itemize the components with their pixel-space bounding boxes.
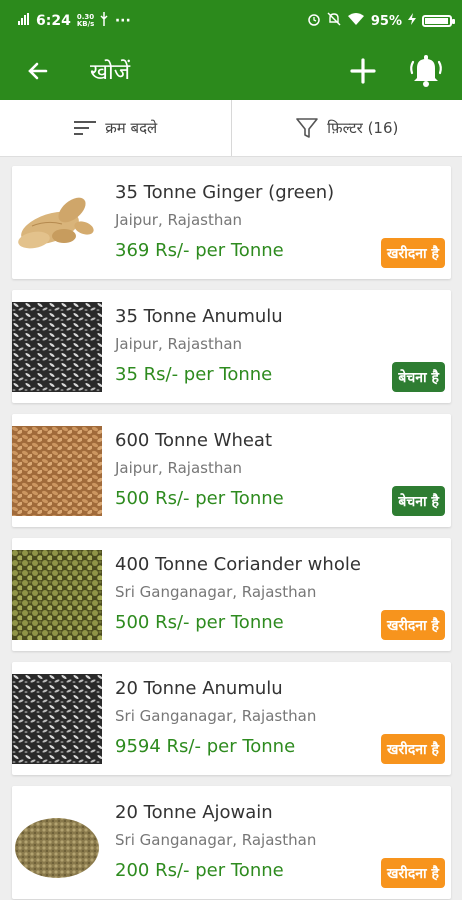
arrow-left-icon (28, 62, 48, 80)
listing-title: 35 Tonne Anumulu (115, 306, 283, 327)
filter-label: फ़िल्टर (16) (327, 119, 399, 137)
status-bar: 6:24 0.30 KB/s ··· 95% (0, 0, 462, 42)
back-button[interactable] (0, 42, 76, 100)
wheat-image (12, 426, 102, 516)
page-title: खोजें (90, 60, 131, 85)
add-button[interactable] (336, 42, 390, 100)
anumulu-seeds-image (12, 302, 102, 392)
listing-price: 500 Rs/- per Tonne (115, 488, 284, 509)
filter-icon (296, 118, 318, 138)
sell-badge: बेचना है (392, 362, 445, 392)
status-right: 95% (307, 12, 455, 30)
sort-filter-bar: क्रम बदले फ़िल्टर (16) (0, 100, 462, 157)
listing-location: Jaipur, Rajasthan (115, 211, 243, 229)
status-time: 6:24 (36, 13, 71, 29)
listing-title: 600 Tonne Wheat (115, 430, 273, 451)
mute-icon (327, 12, 341, 30)
listing-location: Jaipur, Rajasthan (115, 335, 243, 353)
listing-price: 200 Rs/- per Tonne (115, 860, 284, 881)
sort-icon (74, 121, 97, 135)
status-left: 6:24 0.30 KB/s ··· (18, 12, 131, 30)
notifications-button[interactable] (390, 42, 462, 100)
listing-title: 35 Tonne Ginger (green) (115, 182, 335, 203)
listing-title: 20 Tonne Anumulu (115, 678, 283, 699)
wifi-icon (347, 12, 365, 30)
listing-price: 35 Rs/- per Tonne (115, 364, 273, 385)
more-notifications-icon: ··· (114, 13, 131, 29)
sell-badge: बेचना है (392, 486, 445, 516)
listing-card[interactable]: 20 Tonne Ajowain Sri Ganganagar, Rajasth… (12, 786, 451, 899)
buy-badge: खरीदना है (381, 610, 445, 640)
sort-label: क्रम बदले (105, 119, 158, 137)
listing-price: 369 Rs/- per Tonne (115, 240, 284, 261)
listing-card[interactable]: 600 Tonne Wheat Jaipur, Rajasthan 500 Rs… (12, 414, 451, 527)
listing-location: Jaipur, Rajasthan (115, 459, 243, 477)
coriander-seeds-image (12, 550, 102, 640)
buy-badge: खरीदना है (381, 858, 445, 888)
listing-title: 400 Tonne Coriander whole (115, 554, 361, 575)
sort-button[interactable]: क्रम बदले (0, 100, 231, 156)
listing-location: Sri Ganganagar, Rajasthan (115, 831, 317, 849)
listing-card[interactable]: 400 Tonne Coriander whole Sri Ganganagar… (12, 538, 451, 651)
battery-percent: 95% (370, 13, 402, 29)
usb-icon (99, 12, 109, 30)
listing-card[interactable]: 35 Tonne Anumulu Jaipur, Rajasthan 35 Rs… (12, 290, 451, 403)
battery-level-fill (425, 18, 448, 24)
buy-badge: खरीदना है (381, 238, 445, 268)
alarm-icon (307, 12, 321, 30)
listing-price: 500 Rs/- per Tonne (115, 612, 284, 633)
listing-title: 20 Tonne Ajowain (115, 802, 273, 823)
buy-badge: खरीदना है (381, 734, 445, 764)
listing-price: 9594 Rs/- per Tonne (115, 736, 296, 757)
plus-icon (350, 58, 376, 84)
ginger-image (12, 178, 102, 268)
filter-button[interactable]: फ़िल्टर (16) (232, 100, 462, 156)
listing-location: Sri Ganganagar, Rajasthan (115, 707, 317, 725)
battery-icon (422, 15, 455, 27)
bell-icon (410, 55, 442, 87)
signal-icon (18, 13, 30, 29)
data-speed: 0.30 KB/s (76, 13, 95, 28)
app-bar: खोजें (0, 42, 462, 100)
listing-card[interactable]: 35 Tonne Ginger (green) Jaipur, Rajastha… (12, 166, 451, 279)
charging-icon (408, 13, 416, 29)
listing-card[interactable]: 20 Tonne Anumulu Sri Ganganagar, Rajasth… (12, 662, 451, 775)
listing-location: Sri Ganganagar, Rajasthan (115, 583, 317, 601)
ajowain-image (12, 798, 102, 888)
anumulu-seeds-image (12, 674, 102, 764)
